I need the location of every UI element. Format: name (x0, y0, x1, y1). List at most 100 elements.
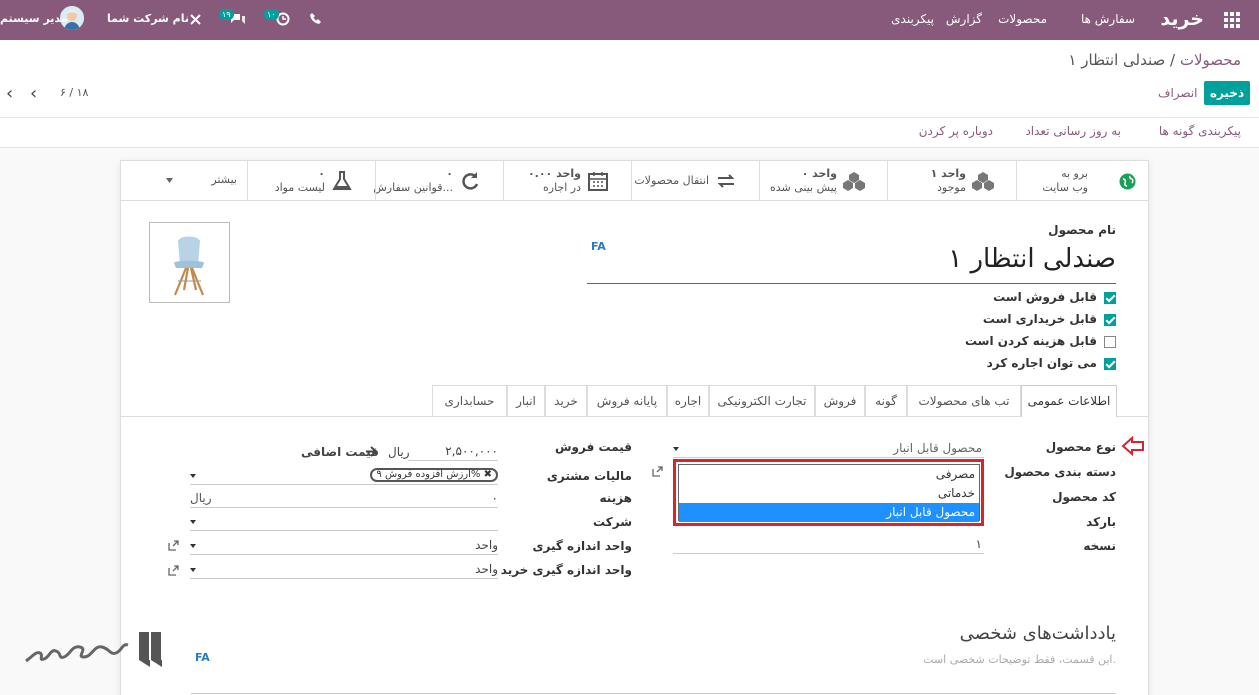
product-type-select[interactable]: محصول قابل انبار (673, 440, 984, 458)
checkbox-rent-ok-label: می توان اجاره کرد (986, 356, 1097, 370)
product-image[interactable] (149, 222, 230, 303)
product-name-language[interactable]: FA (591, 240, 606, 253)
smart-button-more[interactable]: بیشتر (121, 161, 248, 201)
discard-button[interactable]: انصراف (1158, 86, 1197, 100)
smart-button-forecasted[interactable]: ۰ واحد پیش بینی شده (760, 161, 888, 201)
company-select[interactable] (190, 513, 498, 531)
smart-button-forecasted-label: پیش بینی شده (769, 181, 837, 194)
internal-notes-placeholder[interactable]: این قسمت، فقط توضیحات شخصی است. (923, 653, 1116, 666)
replenish-button[interactable]: دوباره پر کردن (919, 124, 993, 138)
caret-down-icon (190, 544, 196, 548)
phone-icon[interactable] (310, 13, 321, 24)
external-link-icon[interactable] (652, 466, 663, 477)
smart-button-website-line1: برو به (1061, 167, 1088, 180)
product-type-dropdown-list: مصرفی خدماتی محصول قابل انبار (678, 464, 980, 522)
configure-variants-button[interactable]: پیکربندی گونه ها (1159, 124, 1241, 138)
form-sheet: برو به وب سایت ۱ واحد موجود ۰ واحد پیش بینی… (120, 160, 1149, 695)
smart-button-bom-value: ۰ (318, 167, 325, 180)
smart-button-in-rental-label: در اجاره (543, 181, 581, 194)
checkbox-purchase-ok[interactable]: قابل خریداری است (936, 312, 1116, 328)
tax-tag-label: ارزش افزوده فروش ۹% (376, 469, 481, 480)
apps-icon[interactable] (1224, 12, 1240, 28)
smart-button-website[interactable]: برو به وب سایت (1017, 161, 1148, 201)
cubes-icon (972, 172, 994, 191)
product-name-underline (587, 283, 1116, 284)
purchase-uom-select[interactable]: واحد (190, 561, 498, 579)
version-field[interactable]: ۱ (673, 536, 984, 554)
tab-ecommerce[interactable]: تجارت الکترونیکی (709, 385, 815, 416)
label-cost: هزینه (599, 491, 632, 505)
internal-notes-underline (191, 693, 1116, 694)
menu-orders[interactable]: سفارش ها (1081, 0, 1135, 40)
checkbox-rent-ok[interactable]: می توان اجاره کرد (936, 356, 1116, 372)
smart-button-in-rental[interactable]: ۰.۰۰ واحد در اجاره (504, 161, 632, 201)
caret-down-icon (190, 474, 196, 478)
menu-products[interactable]: محصولات (998, 0, 1047, 40)
company-name[interactable]: نام شرکت شما (107, 0, 189, 40)
messages-badge: ۱۹ (219, 9, 234, 20)
menu-configuration[interactable]: پیکربندی (891, 0, 934, 40)
caret-down-icon (190, 520, 196, 524)
cost-field[interactable]: ۰ ریال (190, 490, 498, 508)
smart-button-reorder-rules[interactable]: ۰ قوانین سفارش... (373, 161, 504, 201)
tab-rental[interactable]: اجاره (667, 385, 709, 416)
sale-price-field[interactable]: ۲,۵۰۰,۰۰۰ (408, 443, 498, 461)
smart-button-on-hand-label: موجود (937, 181, 966, 194)
arrow-right-icon (366, 446, 378, 457)
label-company: شرکت (593, 515, 632, 529)
activities-badge: ۱۰ (264, 9, 279, 20)
option-consumable[interactable]: مصرفی (936, 465, 977, 484)
smart-button-website-line2: وب سایت (1042, 181, 1088, 194)
product-type-value: محصول قابل انبار (893, 441, 982, 455)
checkbox-expense-ok-box[interactable] (1104, 336, 1116, 348)
label-sale-price: قیمت فروش (554, 440, 632, 454)
tab-purchase[interactable]: خرید (545, 385, 587, 416)
uom-select[interactable]: واحد (190, 537, 498, 555)
tab-general-info[interactable]: اطلاعات عمومی (1021, 385, 1117, 417)
top-navbar: خرید سفارش ها محصولات گزارش پیکربندی مدی… (0, 0, 1259, 40)
tax-tag-remove-icon[interactable]: ✖ (484, 469, 492, 480)
pager-value[interactable]: ۶ / ۱۸ (60, 86, 88, 99)
tools-icon[interactable] (190, 14, 201, 25)
breadcrumb-parent[interactable]: محصولات (1180, 51, 1241, 69)
breadcrumb-current: صندلی انتظار ۱ (1068, 51, 1166, 69)
tab-product-tabs[interactable]: تب های محصولات (907, 385, 1021, 416)
tab-inventory[interactable]: انبار (507, 385, 545, 416)
save-button[interactable]: ذخیره (1204, 81, 1250, 105)
tab-accounting[interactable]: حسابداری (432, 385, 507, 416)
calendar-icon (588, 172, 608, 191)
tab-point-of-sale[interactable]: پایانه فروش (587, 385, 667, 416)
checkbox-expense-ok-label: قابل هزینه کردن است (964, 334, 1097, 348)
product-name[interactable]: صندلی انتظار ۱ (948, 244, 1116, 274)
watermark-logo (25, 632, 162, 667)
status-bar: پیکربندی گونه ها به روز رسانی تعداد دوبا… (0, 117, 1259, 148)
tab-variants[interactable]: گونه (865, 385, 907, 416)
pager-next-icon[interactable]: ‹ (6, 83, 13, 104)
user-name[interactable]: مدیر سیستم (0, 0, 68, 40)
checkbox-rent-ok-box[interactable] (1104, 358, 1116, 370)
checkbox-expense-ok[interactable]: قابل هزینه کردن است (936, 334, 1116, 350)
external-link-icon[interactable] (168, 565, 179, 576)
option-service[interactable]: خدماتی (938, 484, 977, 503)
tab-sales[interactable]: فروش (815, 385, 865, 416)
version-value: ۱ (975, 537, 982, 551)
notes-language[interactable]: FA (195, 651, 210, 664)
customer-tax-field[interactable]: ارزش افزوده فروش ۹% ✖ (190, 467, 498, 485)
cost-currency: ریال (190, 491, 212, 505)
cubes-icon (843, 172, 865, 191)
smart-button-on-hand[interactable]: ۱ واحد موجود (888, 161, 1017, 201)
external-link-icon[interactable] (168, 540, 179, 551)
pager-previous-icon[interactable]: ‹ (30, 83, 37, 104)
caret-down-icon (166, 178, 173, 183)
smart-button-in-rental-value: ۰.۰۰ واحد (527, 167, 581, 180)
checkbox-sale-ok-box[interactable] (1104, 292, 1116, 304)
smart-button-bom[interactable]: ۰ لیست مواد (248, 161, 376, 201)
breadcrumb-separator: / (1170, 51, 1176, 69)
checkbox-purchase-ok-box[interactable] (1104, 314, 1116, 326)
menu-reports[interactable]: گزارش (946, 0, 982, 40)
option-storable[interactable]: محصول قابل انبار (679, 503, 979, 522)
smart-button-product-moves[interactable]: انتقال محصولات (632, 161, 760, 201)
update-quantity-button[interactable]: به روز رسانی تعداد (1025, 124, 1121, 138)
app-title[interactable]: خرید (1160, 0, 1204, 40)
checkbox-sale-ok[interactable]: قابل فروش است (936, 290, 1116, 306)
